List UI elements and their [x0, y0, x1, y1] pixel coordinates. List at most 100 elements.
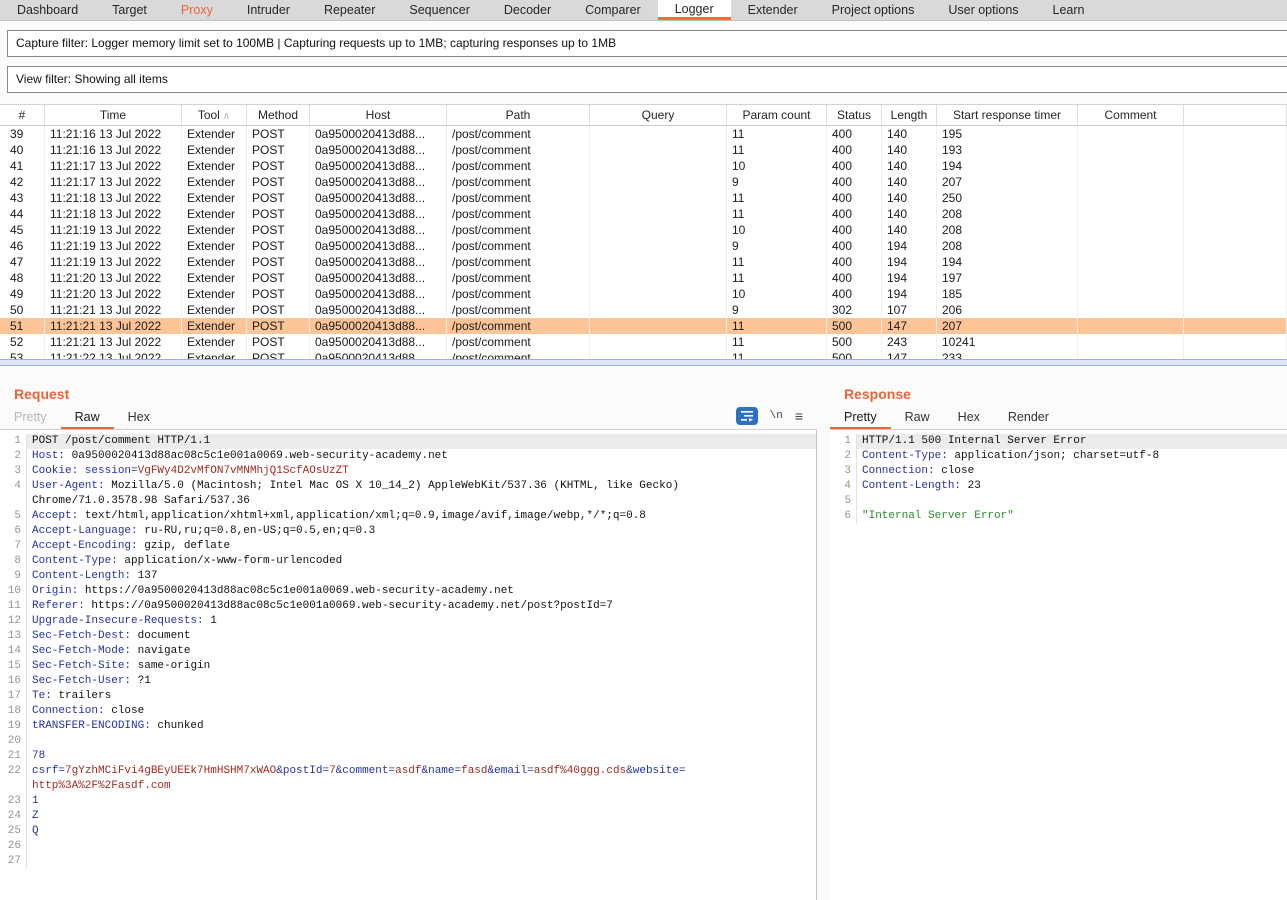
table-row[interactable]: 4411:21:18 13 Jul 2022ExtenderPOST0a9500… [0, 206, 1287, 222]
line-content[interactable]: Content-Type: application/json; charset=… [857, 449, 1287, 464]
pretty-print-icon[interactable] [736, 407, 758, 425]
column-header-host[interactable]: Host [310, 105, 447, 125]
table-row[interactable]: 5111:21:21 13 Jul 2022ExtenderPOST0a9500… [0, 318, 1287, 334]
line-content[interactable]: Accept-Language: ru-RU,ru;q=0.8,en-US;q=… [27, 524, 816, 539]
line-content[interactable]: Content-Length: 23 [857, 479, 1287, 494]
capture-filter-bar[interactable]: Capture filter: Logger memory limit set … [7, 30, 1287, 57]
menu-item-project-options[interactable]: Project options [815, 0, 932, 20]
column-header-param-count[interactable]: Param count [727, 105, 827, 125]
line-content[interactable]: POST /post/comment HTTP/1.1 [27, 434, 816, 449]
column-header-status[interactable]: Status [827, 105, 882, 125]
line-content[interactable]: Te: trailers [27, 689, 816, 704]
line-content[interactable]: Content-Length: 137 [27, 569, 816, 584]
request-tab-hex[interactable]: Hex [114, 406, 164, 429]
line-content[interactable]: http%3A%2F%2Fasdf.com [27, 779, 816, 794]
line-content[interactable]: 78 [27, 749, 816, 764]
table-row[interactable]: 4811:21:20 13 Jul 2022ExtenderPOST0a9500… [0, 270, 1287, 286]
menu-item-sequencer[interactable]: Sequencer [392, 0, 486, 20]
view-filter-bar[interactable]: View filter: Showing all items [7, 66, 1287, 93]
table-row[interactable]: 5011:21:21 13 Jul 2022ExtenderPOST0a9500… [0, 302, 1287, 318]
column-header--[interactable]: # [0, 105, 45, 125]
table-row[interactable]: 4311:21:18 13 Jul 2022ExtenderPOST0a9500… [0, 190, 1287, 206]
line-content[interactable]: csrf=7gYzhMCiFvi4gBEyUEEk7HmHSHM7xWAO&po… [27, 764, 816, 779]
table-row[interactable]: 4211:21:17 13 Jul 2022ExtenderPOST0a9500… [0, 174, 1287, 190]
editor-line: 27 [0, 854, 816, 869]
line-content[interactable] [27, 734, 816, 749]
request-tab-raw[interactable]: Raw [61, 406, 114, 429]
line-content[interactable]: HTTP/1.1 500 Internal Server Error [857, 434, 1287, 449]
menu-item-user-options[interactable]: User options [931, 0, 1035, 20]
line-content[interactable]: "Internal Server Error" [857, 509, 1287, 524]
response-tab-hex[interactable]: Hex [944, 406, 994, 429]
line-content[interactable]: Sec-Fetch-Dest: document [27, 629, 816, 644]
cell-host: 0a9500020413d88... [310, 222, 447, 238]
menu-item-logger[interactable]: Logger [658, 0, 731, 20]
request-editor[interactable]: 1POST /post/comment HTTP/1.12Host: 0a950… [0, 430, 817, 900]
line-content[interactable]: Connection: close [857, 464, 1287, 479]
line-content[interactable]: Cookie: session=VgFWy4D2vMfON7vMNMhjQ1Sc… [27, 464, 816, 479]
cell-time: 11:21:21 13 Jul 2022 [45, 318, 182, 334]
column-header-path[interactable]: Path [447, 105, 590, 125]
table-row[interactable]: 3911:21:16 13 Jul 2022ExtenderPOST0a9500… [0, 126, 1287, 142]
menu-item-target[interactable]: Target [95, 0, 164, 20]
newline-toggle-icon[interactable]: \n [770, 410, 783, 422]
editor-line: 4Content-Length: 23 [830, 479, 1287, 494]
response-editor[interactable]: 1HTTP/1.1 500 Internal Server Error2Cont… [830, 430, 1287, 900]
line-content[interactable]: tRANSFER-ENCODING: chunked [27, 719, 816, 734]
line-content[interactable]: Accept: text/html,application/xhtml+xml,… [27, 509, 816, 524]
column-header-tool[interactable]: Tool∧ [182, 105, 247, 125]
menu-item-repeater[interactable]: Repeater [307, 0, 392, 20]
line-content[interactable] [857, 494, 1287, 509]
line-content[interactable]: Sec-Fetch-Mode: navigate [27, 644, 816, 659]
table-row[interactable]: 4011:21:16 13 Jul 2022ExtenderPOST0a9500… [0, 142, 1287, 158]
table-row[interactable]: 5311:21:22 13 Jul 2022ExtenderPOST0a9500… [0, 350, 1287, 359]
line-content[interactable]: Referer: https://0a9500020413d88ac08c5c1… [27, 599, 816, 614]
menu-item-dashboard[interactable]: Dashboard [0, 0, 95, 20]
column-header-query[interactable]: Query [590, 105, 727, 125]
cell-comment [1078, 222, 1184, 238]
table-row[interactable]: 5211:21:21 13 Jul 2022ExtenderPOST0a9500… [0, 334, 1287, 350]
menu-item-intruder[interactable]: Intruder [230, 0, 307, 20]
menu-item-proxy[interactable]: Proxy [164, 0, 230, 20]
table-row[interactable]: 4111:21:17 13 Jul 2022ExtenderPOST0a9500… [0, 158, 1287, 174]
line-content[interactable]: Content-Type: application/x-www-form-url… [27, 554, 816, 569]
line-content[interactable]: Sec-Fetch-Site: same-origin [27, 659, 816, 674]
menu-item-learn[interactable]: Learn [1036, 0, 1102, 20]
response-tab-pretty[interactable]: Pretty [830, 406, 891, 429]
cell-length: 194 [882, 238, 937, 254]
line-content[interactable]: Connection: close [27, 704, 816, 719]
menu-item-comparer[interactable]: Comparer [568, 0, 658, 20]
line-content[interactable] [27, 839, 816, 854]
column-header-method[interactable]: Method [247, 105, 310, 125]
line-content[interactable] [27, 854, 816, 869]
response-tab-render[interactable]: Render [994, 406, 1063, 429]
response-tab-raw[interactable]: Raw [891, 406, 944, 429]
log-table-header: #TimeTool∧MethodHostPathQueryParam count… [0, 104, 1287, 126]
line-content[interactable]: Origin: https://0a9500020413d88ac08c5c1e… [27, 584, 816, 599]
menu-item-extender[interactable]: Extender [731, 0, 815, 20]
line-content[interactable]: Sec-Fetch-User: ?1 [27, 674, 816, 689]
line-content[interactable]: Chrome/71.0.3578.98 Safari/537.36 [27, 494, 816, 509]
line-content[interactable]: User-Agent: Mozilla/5.0 (Macintosh; Inte… [27, 479, 816, 494]
column-header-time[interactable]: Time [45, 105, 182, 125]
line-content[interactable]: Accept-Encoding: gzip, deflate [27, 539, 816, 554]
line-content[interactable]: 1 [27, 794, 816, 809]
horizontal-scrollbar[interactable] [0, 359, 1287, 366]
table-row[interactable]: 4711:21:19 13 Jul 2022ExtenderPOST0a9500… [0, 254, 1287, 270]
column-header-start-response-timer[interactable]: Start response timer [937, 105, 1078, 125]
line-content[interactable]: Z [27, 809, 816, 824]
cell-comment [1078, 158, 1184, 174]
table-row[interactable]: 4611:21:19 13 Jul 2022ExtenderPOST0a9500… [0, 238, 1287, 254]
editor-menu-icon[interactable]: ≡ [795, 408, 803, 424]
syntax-segment: same-origin [131, 660, 210, 672]
syntax-segment: http%3A%2F%2Fasdf.com [32, 780, 171, 792]
column-header-comment[interactable]: Comment [1078, 105, 1184, 125]
table-row[interactable]: 4911:21:20 13 Jul 2022ExtenderPOST0a9500… [0, 286, 1287, 302]
line-content[interactable]: Upgrade-Insecure-Requests: 1 [27, 614, 816, 629]
cell-param_count: 10 [727, 286, 827, 302]
line-content[interactable]: Q [27, 824, 816, 839]
column-header-length[interactable]: Length [882, 105, 937, 125]
line-content[interactable]: Host: 0a9500020413d88ac08c5c1e001a0069.w… [27, 449, 816, 464]
menu-item-decoder[interactable]: Decoder [487, 0, 568, 20]
table-row[interactable]: 4511:21:19 13 Jul 2022ExtenderPOST0a9500… [0, 222, 1287, 238]
